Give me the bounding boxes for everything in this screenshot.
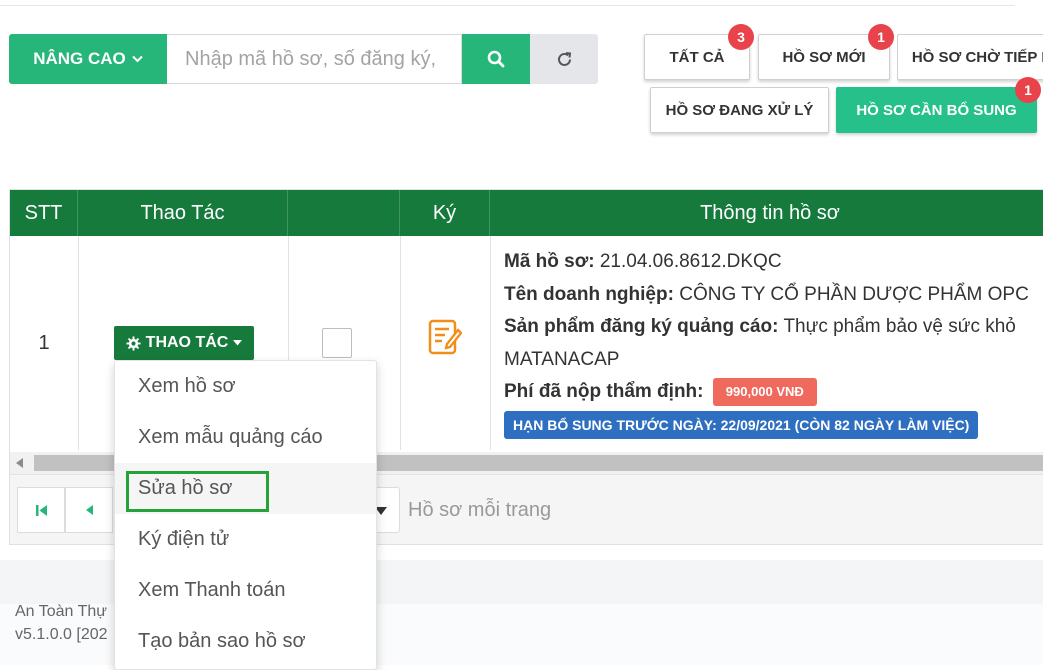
first-page-button[interactable] (17, 487, 65, 533)
filter-tab-all[interactable]: TẤT CẢ 3 (644, 24, 754, 80)
product-label: Sản phẩm đăng ký quảng cáo: (504, 316, 779, 337)
fee-badge: 990,000 VNĐ (712, 377, 817, 406)
caret-down-icon (233, 340, 243, 346)
menu-item-view-record[interactable]: Xem hồ sơ (115, 361, 376, 412)
filter-tab-new[interactable]: HỒ SƠ MỚI 1 (758, 24, 894, 80)
top-divider (0, 5, 1015, 6)
fee-line: Phí đã nộp thẩm định: 990,000 VNĐ (504, 376, 1043, 409)
actions-button-label: THAO TÁC (145, 334, 229, 351)
prev-page-button[interactable] (65, 487, 113, 533)
record-code-value: 21.04.06.8612.DKQC (599, 251, 782, 272)
column-divider (400, 236, 401, 450)
product-line: Sản phẩm đăng ký quảng cáo: Thực phẩm bả… (504, 311, 1043, 344)
company-line: Tên doanh nghiệp: CÔNG TY CỔ PHẦN DƯỢC P… (504, 279, 1043, 312)
company-value: CÔNG TY CỔ PHẦN DƯỢC PHẨM OPC (679, 283, 1029, 305)
highlight-box (126, 471, 269, 512)
row-checkbox[interactable] (322, 328, 352, 358)
prev-page-icon (86, 505, 93, 515)
filter-tab-label: HỒ SƠ CHỜ TIẾP N (911, 48, 1043, 66)
search-input[interactable] (167, 34, 462, 84)
pencil-document-icon[interactable] (428, 318, 463, 361)
header-sign: Ký (400, 190, 490, 236)
count-badge: 1 (1015, 77, 1041, 103)
advanced-search-button[interactable]: NÂNG CAO (9, 34, 167, 84)
record-code-label: Mã hồ sơ: (504, 251, 595, 272)
menu-item-e-sign[interactable]: Ký điện tử (115, 514, 376, 565)
company-label: Tên doanh nghiệp: (504, 283, 674, 305)
search-icon (487, 50, 505, 68)
filter-tab-label: HỒ SƠ ĐANG XỬ LÝ (665, 101, 814, 119)
scroll-left-arrow-icon[interactable] (16, 458, 23, 468)
menu-item-edit-record[interactable]: Sửa hồ sơ (115, 463, 376, 514)
filter-tab-label: HỒ SƠ MỚI (782, 48, 866, 66)
count-badge: 1 (868, 24, 894, 50)
column-divider (490, 236, 491, 450)
advanced-search-label: NÂNG CAO (33, 49, 126, 68)
row-number: 1 (38, 331, 50, 354)
table-header: STT Thao Tác Ký Thông tin hồ sơ (10, 190, 1043, 236)
column-divider (78, 236, 79, 450)
menu-item-view-payment[interactable]: Xem Thanh toán (115, 565, 376, 616)
deadline-badge: HẠN BỔ SUNG TRƯỚC NGÀY: 22/09/2021 (CÒN … (504, 410, 979, 439)
filter-tab-processing[interactable]: HỒ SƠ ĐANG XỬ LÝ (650, 87, 829, 133)
record-code-line: Mã hồ sơ: 21.04.06.8612.DKQC (504, 246, 1043, 279)
filter-tab-pending[interactable]: HỒ SƠ CHỜ TIẾP N (897, 34, 1043, 80)
footer-app-name: An Toàn Thự (15, 603, 107, 620)
count-badge: 3 (728, 24, 754, 50)
header-stt: STT (10, 190, 78, 236)
menu-item-copy-record[interactable]: Tạo bản sao hồ sơ (115, 616, 376, 667)
product-line-2: MATANACAP (504, 348, 620, 370)
header-info: Thông tin hồ sơ (700, 201, 840, 224)
actions-dropdown-menu: Xem hồ sơ Xem mẫu quảng cáo Sửa hồ sơ Ký… (114, 360, 377, 670)
filter-tab-label: TẤT CẢ (669, 48, 725, 66)
chevron-down-icon (132, 55, 143, 63)
first-page-icon (35, 504, 47, 516)
filter-tab-pending-wrapper: HỒ SƠ CHỜ TIẾP N (897, 34, 1043, 84)
filter-tab-need-supplement[interactable]: HỒ SƠ CẦN BỔ SUNG 1 (836, 77, 1041, 133)
menu-item-view-ad-sample[interactable]: Xem mẫu quảng cáo (115, 412, 376, 463)
refresh-button[interactable] (530, 34, 598, 84)
filter-tab-label: HỒ SƠ CẦN BỔ SUNG (856, 101, 1017, 119)
fee-label: Phí đã nộp thẩm định: (504, 381, 704, 402)
gear-icon (126, 335, 141, 351)
record-info: Mã hồ sơ: 21.04.06.8612.DKQC Tên doanh n… (504, 246, 1043, 441)
footer-version: v5.1.0.0 [202 (15, 626, 108, 643)
header-select (288, 190, 400, 236)
per-page-label: Hồ sơ mỗi trang (408, 499, 552, 521)
refresh-icon (557, 51, 571, 66)
search-button[interactable] (462, 34, 530, 84)
header-actions: Thao Tác (78, 190, 288, 236)
actions-dropdown-button[interactable]: THAO TÁC (114, 326, 254, 360)
product-value: Thực phẩm bảo vệ sức khỏ (783, 316, 1016, 337)
